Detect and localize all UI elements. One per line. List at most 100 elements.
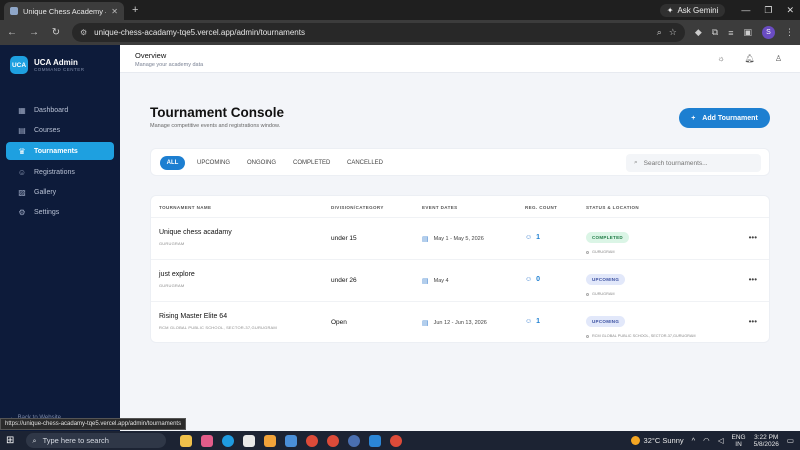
vscode-icon[interactable] — [369, 434, 382, 447]
sidebar-item-tournaments[interactable]: ♛ Tournaments — [6, 142, 114, 160]
column-header: DIVISION/CATEGORY — [331, 205, 384, 210]
brand-logo: UCA — [10, 56, 28, 74]
reg-count: 1 — [536, 318, 541, 325]
browser-tab-bar: Unique Chess Academy — Indi ✕ + ✦ Ask Ge… — [0, 0, 800, 20]
sidebar-item-courses[interactable]: ▤ Courses — [6, 122, 114, 138]
filter-tab-all[interactable]: ALL — [160, 156, 185, 170]
user-profile-icon[interactable]: ♙ — [775, 54, 782, 63]
chrome-active-icon[interactable] — [348, 434, 361, 447]
weather-widget[interactable]: 32°C Sunny — [630, 436, 684, 445]
wifi-icon[interactable]: ◠ — [703, 436, 710, 445]
brand-title: UCA Admin — [34, 58, 78, 67]
tournament-name: just explore — [159, 271, 195, 278]
sidebar: UCA UCA Admin COMMAND CENTER ▦ Dashboard… — [0, 45, 120, 431]
close-tab-icon[interactable]: ✕ — [111, 7, 118, 16]
search-input[interactable] — [643, 159, 744, 167]
calendar-icon: ▤ — [422, 320, 429, 327]
column-header: EVENT DATES — [422, 205, 458, 210]
sidebar-item-gallery[interactable]: ▨ Gallery — [6, 184, 114, 200]
notification-bell-icon[interactable]: 🔔︎ — [745, 54, 755, 63]
calendar-icon: ▤ — [422, 278, 429, 285]
profile-avatar[interactable]: S — [762, 26, 775, 39]
url-text: unique-chess-acadamy-tqe5.vercel.app/adm… — [94, 28, 305, 37]
extension-icon[interactable]: ◆ — [695, 27, 702, 38]
row-actions-icon[interactable]: ••• — [749, 233, 757, 242]
filter-bar: ALL UPCOMING ONGOING COMPLETED CANCELLED… — [150, 148, 770, 176]
gemini-label: Ask Gemini — [677, 5, 719, 15]
extensions-puzzle-icon[interactable]: ⧉ — [712, 27, 718, 38]
tournament-name: Rising Master Elite 64 — [159, 313, 228, 320]
brand: UCA UCA Admin COMMAND CENTER — [0, 45, 120, 85]
sidebar-item-dashboard[interactable]: ▦ Dashboard — [6, 102, 114, 118]
gemini-icon: ✦ — [666, 5, 674, 15]
gear-icon: ⚙ — [18, 207, 26, 217]
volume-icon[interactable]: ◁ — [718, 436, 724, 445]
back-arrow-icon[interactable]: ← — [6, 27, 18, 38]
table-row[interactable]: just explore GURUGRAM under 26 ▤ May 4 ☺… — [151, 259, 769, 301]
table-row[interactable]: Unique chess acadamy GURUGRAM under 15 ▤… — [151, 217, 769, 259]
column-header: TOURNAMENT NAME — [159, 205, 212, 210]
row-actions-icon[interactable]: ••• — [749, 317, 757, 326]
forward-arrow-icon[interactable]: → — [28, 27, 40, 38]
users-icon: ☺ — [525, 318, 533, 325]
language-indicator[interactable]: ENG IN — [732, 434, 746, 448]
theme-toggle-icon[interactable]: ☼ — [717, 54, 724, 63]
chrome-alt-icon[interactable] — [390, 434, 403, 447]
status-location: GURUGRAM — [592, 292, 615, 296]
sidebar-item-label: Gallery — [34, 188, 57, 196]
division: under 26 — [331, 277, 357, 284]
browser-tab[interactable]: Unique Chess Academy — Indi ✕ — [4, 2, 124, 20]
sidebar-item-label: Settings — [34, 208, 60, 216]
trophy-icon: ♛ — [18, 146, 26, 156]
admin-app: UCA UCA Admin COMMAND CENTER ▦ Dashboard… — [0, 45, 800, 431]
filter-tab-cancelled[interactable]: CANCELLED — [347, 156, 383, 170]
ask-gemini-button[interactable]: ✦ Ask Gemini — [659, 3, 726, 17]
sidebar-item-registrations[interactable]: ☺ Registrations — [6, 164, 114, 180]
system-clock[interactable]: 3:22 PM 5/8/2026 — [754, 434, 779, 448]
status-location: RCM GLOBAL PUBLIC SCHOOL, SECTOR-37,GURU… — [592, 334, 696, 338]
reg-count: 1 — [536, 234, 541, 241]
plus-icon: + — [691, 114, 696, 122]
bookmark-star-icon[interactable]: ☆ — [669, 27, 677, 38]
new-tab-icon[interactable]: + — [132, 4, 138, 16]
add-tournament-label: Add Tournament — [702, 114, 758, 122]
tray-chevron-icon[interactable]: ^ — [692, 436, 696, 445]
dashboard-icon: ▦ — [18, 105, 26, 115]
store-icon[interactable] — [243, 434, 256, 447]
notification-icon[interactable]: ▭ — [787, 436, 794, 445]
maximize-icon[interactable]: ❐ — [764, 5, 772, 16]
region-code: IN — [735, 440, 742, 448]
sidebar-item-settings[interactable]: ⚙ Settings — [6, 204, 114, 220]
sidebar-nav: ▦ Dashboard ▤ Courses ♛ Tournaments ☺ Re… — [0, 102, 120, 220]
filter-tab-ongoing[interactable]: ONGOING — [247, 156, 276, 170]
chrome-icon[interactable] — [306, 434, 319, 447]
file-explorer-icon[interactable] — [180, 434, 193, 447]
sidebar-item-label: Registrations — [34, 168, 75, 176]
browser-menu-icon[interactable]: ⋮ — [785, 27, 794, 38]
row-actions-icon[interactable]: ••• — [749, 275, 757, 284]
header-title: Overview — [135, 51, 167, 60]
location-pin-icon — [586, 250, 589, 254]
zoom-icon[interactable]: ⌕ — [657, 27, 662, 38]
close-window-icon[interactable]: ✕ — [786, 5, 794, 16]
tournament-name: Unique chess acadamy — [159, 229, 232, 236]
address-bar[interactable]: ⚙ unique-chess-acadamy-tqe5.vercel.app/a… — [72, 23, 685, 42]
page-title: Tournament Console — [150, 105, 285, 120]
copilot-icon[interactable] — [201, 434, 214, 447]
taskbar-search[interactable]: ⌕ Type here to search — [26, 433, 167, 448]
windows-start-icon[interactable]: ⊞ — [6, 435, 14, 446]
chrome-profile-icon[interactable] — [327, 434, 340, 447]
add-tournament-button[interactable]: + Add Tournament — [679, 108, 770, 128]
sublime-icon[interactable] — [264, 434, 277, 447]
table-row[interactable]: Rising Master Elite 64 RCM GLOBAL PUBLIC… — [151, 301, 769, 343]
reload-icon[interactable]: ↻ — [50, 27, 62, 38]
site-info-icon[interactable]: ⚙ — [80, 28, 87, 37]
sidebar-item-label: Courses — [34, 126, 61, 134]
edge-icon[interactable] — [222, 434, 235, 447]
filter-tab-completed[interactable]: COMPLETED — [293, 156, 330, 170]
side-panel-icon[interactable]: ▣ — [743, 27, 752, 38]
outlook-icon[interactable] — [285, 434, 298, 447]
minimize-icon[interactable]: — — [741, 5, 750, 16]
media-icon[interactable]: ≡ — [728, 28, 733, 38]
filter-tab-upcoming[interactable]: UPCOMING — [197, 156, 230, 170]
